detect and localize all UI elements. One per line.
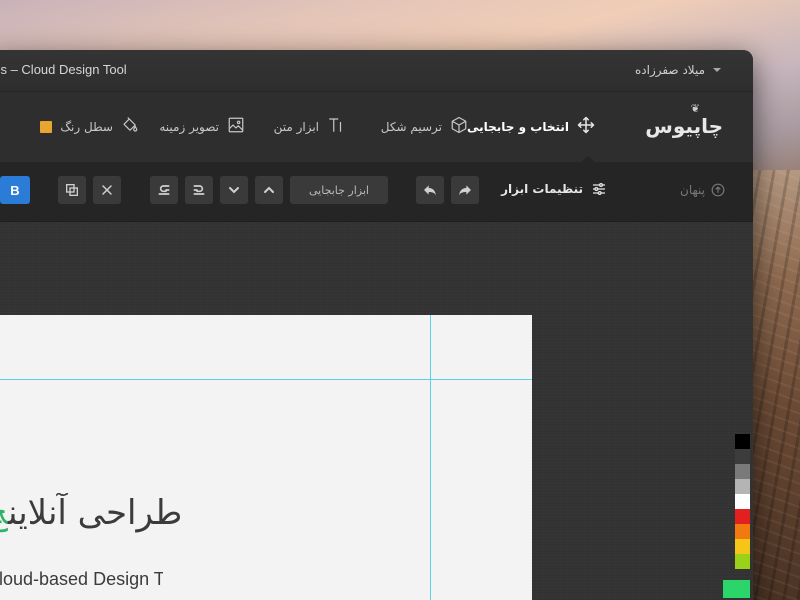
app-logo[interactable]: ❦ چاپیوس	[645, 102, 723, 138]
copy-icon	[66, 184, 78, 196]
design-canvas[interactable]: طراحی آنلاینچ Cloud-based Design Tool	[0, 315, 532, 600]
chevron-down-icon	[713, 68, 721, 72]
logo-text: چاپیوس	[645, 114, 723, 138]
tool-label: ابزار متن	[273, 119, 319, 134]
palette-color[interactable]	[735, 554, 750, 569]
main-toolbar: ❦ چاپیوس انتخاب و جابجایی ترسیم شکل ابزا…	[0, 92, 753, 162]
settings-label: تنظیمات ابزار	[501, 182, 583, 196]
headline-text: طراحی آنلاین	[7, 493, 183, 533]
duplicate-button[interactable]	[58, 176, 86, 204]
bold-button[interactable]: B	[0, 176, 30, 204]
color-palette	[735, 434, 750, 569]
chevron-down-icon	[229, 187, 239, 194]
tool-paint-bucket[interactable]: سطل رنگ	[40, 116, 139, 137]
chevron-up-icon	[264, 186, 274, 193]
palette-color[interactable]	[735, 449, 750, 464]
workspace: طراحی آنلاینچ Cloud-based Design Tool	[0, 222, 753, 600]
arrow-up-circle-icon	[711, 183, 725, 197]
tool-label: سطل رنگ	[60, 119, 113, 134]
tool-select-dropdown[interactable]: ابزار جابجایی	[290, 176, 388, 204]
palette-color-selected[interactable]	[723, 580, 750, 598]
tool-label: تصویر زمینه	[159, 119, 219, 134]
send-backward-button[interactable]	[150, 176, 178, 204]
horizontal-guide-line[interactable]	[0, 379, 532, 380]
window-title: oos – Cloud Design Tool	[0, 62, 127, 77]
paint-bucket-icon	[121, 116, 139, 137]
palette-color[interactable]	[735, 539, 750, 554]
tool-select-move[interactable]: انتخاب و جابجایی	[467, 116, 595, 137]
hide-options-button[interactable]: پنهان	[680, 183, 725, 197]
tool-settings-heading: تنظیمات ابزار	[501, 181, 607, 197]
palette-color[interactable]	[735, 464, 750, 479]
text-icon	[327, 116, 345, 137]
palette-color[interactable]	[735, 479, 750, 494]
tool-text[interactable]: ابزار متن	[274, 116, 345, 137]
close-icon	[102, 185, 112, 195]
image-icon	[227, 116, 245, 137]
move-up-button[interactable]	[255, 176, 283, 204]
tool-label: انتخاب و جابجایی	[466, 119, 569, 134]
cube-icon	[450, 116, 468, 137]
hide-label: پنهان	[680, 183, 705, 197]
undo-icon	[424, 185, 436, 196]
move-icon	[577, 116, 595, 137]
title-bar: oos – Cloud Design Tool میلاد صفرزاده	[0, 50, 753, 92]
undo-button[interactable]	[416, 176, 444, 204]
layer-forward-icon	[193, 185, 205, 195]
canvas-headline[interactable]: طراحی آنلاینچ	[0, 493, 245, 533]
tool-background-image[interactable]: تصویر زمینه	[159, 116, 245, 137]
delete-button[interactable]	[93, 176, 121, 204]
palette-color[interactable]	[735, 494, 750, 509]
user-menu[interactable]: میلاد صفرزاده	[635, 63, 721, 77]
sliders-icon	[593, 183, 605, 195]
tool-options-bar: پنهان تنظیمات ابزار ابزار جابجایی B	[0, 162, 753, 222]
user-name: میلاد صفرزاده	[634, 63, 705, 77]
color-swatch[interactable]	[40, 120, 53, 133]
active-tool-pointer	[581, 156, 595, 162]
palette-color[interactable]	[735, 509, 750, 524]
headline-accent: چ	[0, 493, 8, 533]
leaf-icon: ❦	[690, 102, 701, 115]
layer-backward-icon	[158, 185, 170, 195]
tool-draw-shape[interactable]: ترسیم شکل	[381, 116, 468, 137]
redo-button[interactable]	[451, 176, 479, 204]
tool-label: ترسیم شکل	[380, 119, 442, 134]
palette-color[interactable]	[735, 524, 750, 539]
palette-color[interactable]	[735, 434, 750, 449]
app-window: oos – Cloud Design Tool میلاد صفرزاده ❦ …	[0, 50, 753, 600]
move-down-button[interactable]	[220, 176, 248, 204]
canvas-subline[interactable]: Cloud-based Design Tool	[0, 569, 163, 590]
vertical-guide-line[interactable]	[430, 315, 431, 600]
bring-forward-button[interactable]	[185, 176, 213, 204]
redo-icon	[459, 185, 471, 196]
